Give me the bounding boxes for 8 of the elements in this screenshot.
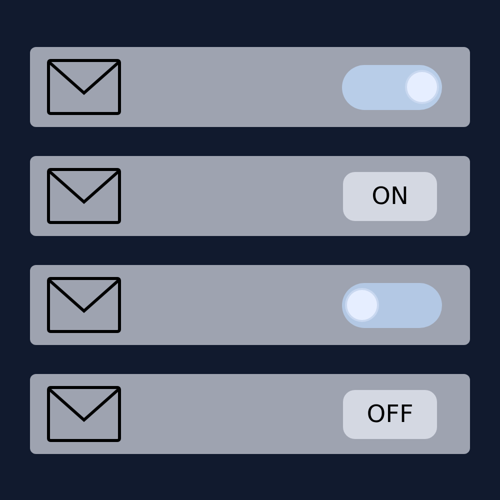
envelope-icon [47,168,121,224]
envelope-icon [47,59,121,115]
state-button[interactable]: ON [343,172,437,220]
envelope-icon [47,386,121,442]
toggle-switch[interactable] [342,282,442,328]
envelope-icon [47,277,121,333]
state-button[interactable]: OFF [343,390,437,438]
toggle-switch[interactable] [342,64,442,110]
